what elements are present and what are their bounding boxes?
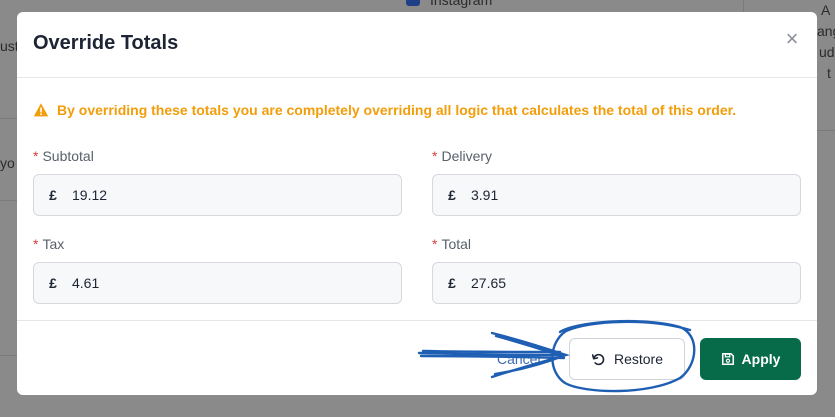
total-input[interactable] [471,263,771,303]
warning-text: By overriding these totals you are compl… [57,102,737,118]
tax-label: * Tax [33,236,64,252]
close-icon[interactable]: × [781,28,803,50]
required-marker: * [33,148,39,164]
warning-message: By overriding these totals you are compl… [33,102,736,118]
tax-field[interactable]: £ [33,262,402,304]
apply-label: Apply [741,351,781,367]
background-instagram-label: Instagram [430,0,493,8]
background-fragment: yo [0,155,15,171]
total-label: * Total [432,236,471,252]
warning-triangle-icon [33,103,49,117]
modal-footer: Cancel Restore Apply [17,320,817,395]
delivery-label: * Delivery [432,148,492,164]
restore-button[interactable]: Restore [569,338,685,380]
subtotal-label-text: Subtotal [42,148,94,164]
background-divider [0,355,17,356]
subtotal-label: * Subtotal [33,148,94,164]
tax-label-text: Tax [42,236,65,252]
background-fragment: ust [0,38,19,54]
instagram-checkbox [406,0,420,6]
required-marker: * [432,148,438,164]
delivery-input[interactable] [471,175,771,215]
cancel-button[interactable]: Cancel [497,351,541,367]
background-fragment: ud [819,44,835,60]
delivery-field[interactable]: £ [432,174,801,216]
apply-button[interactable]: Apply [700,338,801,380]
subtotal-field[interactable]: £ [33,174,402,216]
override-totals-modal: Override Totals × By overriding these to… [17,12,817,395]
required-marker: * [33,236,39,252]
background-fragment: t [827,65,831,81]
save-icon [721,352,734,366]
currency-symbol: £ [49,187,57,203]
background-divider [0,200,17,201]
currency-symbol: £ [448,275,456,291]
modal-header: Override Totals × [17,12,817,78]
delivery-label-text: Delivery [441,148,493,164]
currency-symbol: £ [448,187,456,203]
restore-label: Restore [613,351,664,367]
background-divider [0,118,17,119]
undo-icon [591,353,605,365]
background-divider [743,0,744,12]
background-fragment: A [821,2,831,18]
total-label-text: Total [441,236,472,252]
background-divider [817,130,835,131]
tax-input[interactable] [72,263,372,303]
required-marker: * [432,236,438,252]
modal-title: Override Totals [33,32,179,54]
currency-symbol: £ [49,275,57,291]
subtotal-input[interactable] [72,175,372,215]
total-field[interactable]: £ [432,262,801,304]
background-fragment: ang [817,23,835,39]
